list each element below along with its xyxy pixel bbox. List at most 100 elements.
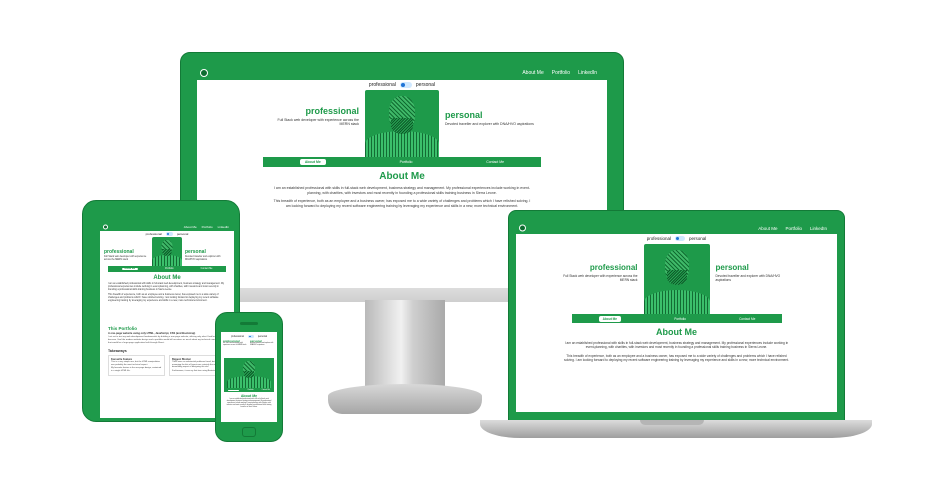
personal-text: Devoted traveller and explorer with DNA/… [445,122,534,127]
about-paragraph-1: I am an established professional with sk… [273,186,531,195]
toggle-knob-icon [676,237,679,240]
nav-portfolio[interactable]: Portfolio [552,70,570,76]
about-title: About Me [379,171,425,182]
site-tablet: About Me Portfolio LinkedIn professional… [100,222,234,418]
toggle-row: professional personal [221,335,277,338]
hero-personal: personal Devoted traveller and explorer … [716,263,796,314]
mode-toggle[interactable] [399,82,412,88]
toggle-knob-icon [248,335,251,338]
hero-professional: professional Full Stack web developer wi… [558,262,638,314]
portrait-shoulders [365,131,439,157]
portfolio-subtitle: A one-page website using only HTML, Java… [108,332,196,335]
about-paragraph-1: I am an established professional with sk… [226,399,272,408]
bar-link-contact[interactable]: Contact Me [486,160,504,164]
bar-link-contact[interactable]: Contact Me [201,268,213,270]
nav-about[interactable]: About Me [522,70,543,76]
hero: professional Full Stack web developer wi… [100,237,234,266]
toggle-row: professional personal [516,236,837,241]
tablet-screen: About Me Portfolio LinkedIn professional… [100,222,234,418]
about-title: About Me [240,394,258,398]
about-section: About Me I am an established professiona… [221,394,277,409]
personal-title: personal [715,262,749,272]
portrait-beard [666,270,687,285]
personal-text: Devoted traveller and explorer with DNA/… [185,256,221,262]
about-paragraph-1: I am an established professional with sk… [564,341,789,350]
logo-icon[interactable] [103,224,108,229]
about-button[interactable]: About Me [598,315,622,322]
professional-text: Full Stack web developer with experience… [277,117,359,127]
portrait-shoulders [643,290,710,314]
nav-linkedin[interactable]: LinkedIn [218,225,229,229]
bar-link-portfolio[interactable]: Portfolio [400,160,413,164]
section-bar: About Me Portfolio Contact Me [224,388,274,392]
nav-about[interactable]: About Me [184,225,197,229]
toggle-knob-icon [166,233,169,235]
monitor-stand [365,300,445,386]
hero: professional Full Stack web developer wi… [221,339,277,357]
personal-text: Devoted traveller and explorer with DNA/… [715,273,781,282]
card-favourite: Favourite Feature This is a very simple … [108,354,165,376]
about-title: About Me [153,275,181,281]
about-paragraph-2: This breadth of experience, both as an e… [563,353,789,362]
phone-home-button [242,427,256,437]
toggle-label-personal: personal [176,232,189,236]
mode-toggle[interactable] [675,236,685,241]
about-button[interactable]: About Me [121,268,139,270]
toggle-label-professional: professional [145,232,162,236]
bar-link-portfolio[interactable]: Portfolio [165,268,173,270]
portrait-beard [391,118,413,134]
about-paragraph-2: This breadth of experience, both as an e… [273,199,531,209]
professional-text: Full Stack web developer with experience… [223,343,247,346]
bar-link-portfolio[interactable]: Portfolio [248,390,254,391]
professional-text: Full Stack web developer with experience… [104,256,147,262]
bar-link-contact[interactable]: Contact Me [739,317,755,321]
fav-text: This is a very simple one, but the HTML … [111,360,160,366]
laptop-screen: About Me Portfolio LinkedIn professional… [516,222,837,412]
section-bar: About Me Portfolio Contact Me [572,314,782,323]
hero-professional: professional Full Stack web developer wi… [269,106,359,157]
laptop-notch [640,420,704,425]
about-title: About Me [656,327,697,337]
hero-personal: personal Devoted traveller and explorer … [445,110,535,157]
section-bar: About Me Portfolio Contact Me [263,157,541,167]
professional-title: professional [305,105,359,116]
toggle-label-personal: personal [415,82,436,88]
toggle-label-professional: professional [230,335,244,338]
mode-toggle[interactable] [247,335,254,338]
logo-icon[interactable] [519,224,526,232]
site-laptop: About Me Portfolio LinkedIn professional… [516,222,837,412]
professional-title: professional [104,249,134,256]
nav-portfolio[interactable]: Portfolio [785,226,802,231]
navbar: About Me Portfolio LinkedIn [516,222,837,234]
about-section: About Me I am an established professiona… [197,171,607,209]
nav-portfolio[interactable]: Portfolio [202,225,213,229]
nav-about[interactable]: About Me [758,226,777,231]
personal-title: personal [445,110,483,121]
about-paragraph-1: I am an established professional with sk… [108,283,225,292]
nav-linkedin[interactable]: LinkedIn [810,226,827,231]
portrait-image [643,244,710,314]
portrait-image [224,358,274,388]
professional-title: professional [589,262,638,272]
bar-link-portfolio[interactable]: Portfolio [674,317,686,321]
professional-text: Full Stack web developer with experience… [563,273,638,282]
portrait-image [365,90,439,157]
toggle-label-personal: personal [257,335,268,338]
portrait-image [152,237,182,266]
toggle-label-personal: personal [689,236,707,241]
hero: professional Full Stack web developer wi… [197,90,607,157]
site-mobile: professional personal professional Full … [221,332,277,422]
personal-text: Devoted traveller and explorer with DNA/… [250,343,274,346]
logo-icon[interactable] [200,69,208,77]
toggle-knob-icon [400,83,405,87]
portfolio-section: This Portfolio A one-page website using … [108,326,226,376]
mode-toggle[interactable] [165,232,173,236]
about-button[interactable]: About Me [228,389,240,391]
toggle-row: professional personal [197,82,607,88]
hero-personal: personal Devoted traveller and explorer … [185,249,230,266]
phone-screen: professional personal professional Full … [221,332,277,422]
about-button[interactable]: About Me [299,159,326,165]
about-section: About Me I am an established professiona… [100,275,234,304]
nav-linkedin[interactable]: LinkedIn [578,70,597,76]
bar-link-contact[interactable]: Contact Me [262,390,270,391]
